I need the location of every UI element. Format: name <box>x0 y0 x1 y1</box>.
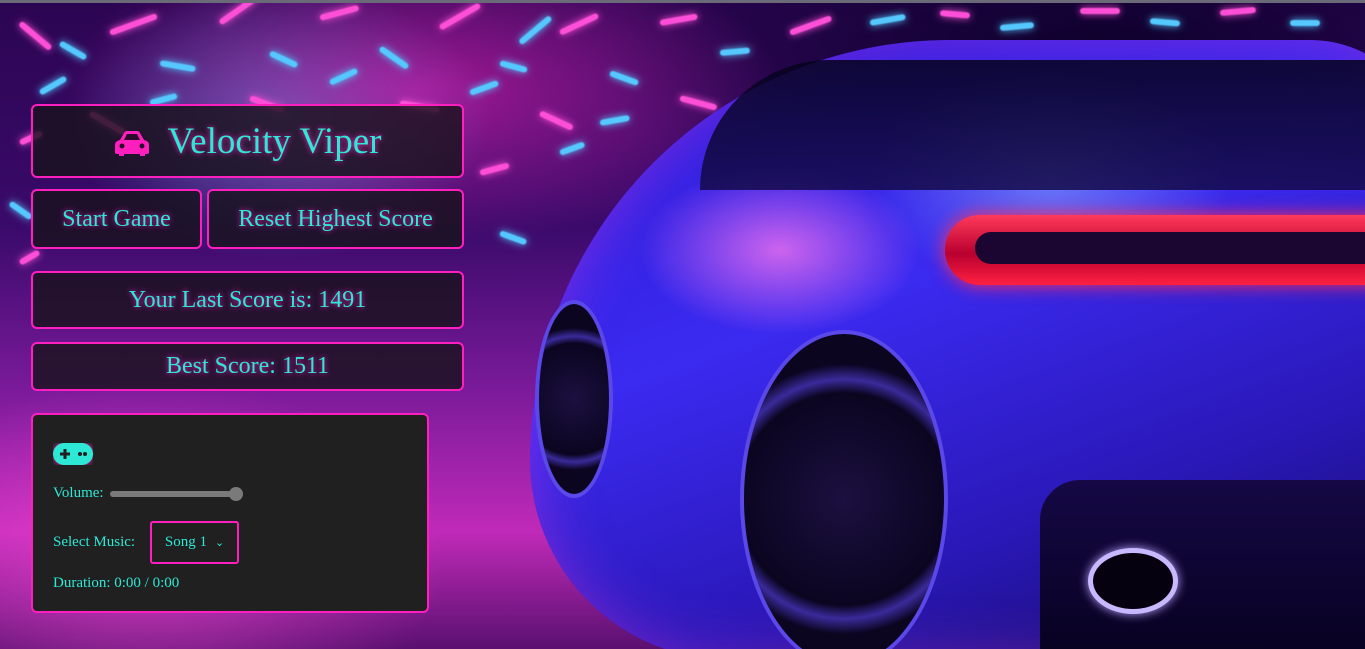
neon-streak <box>869 13 906 26</box>
neon-streak <box>999 22 1035 31</box>
neon-streak <box>679 95 718 111</box>
neon-streak <box>479 162 510 176</box>
volume-slider[interactable] <box>109 486 243 501</box>
select-music-label: Select Music: <box>53 534 136 550</box>
start-game-button[interactable]: Start Game <box>31 189 202 249</box>
neon-streak <box>319 4 360 21</box>
neon-streak <box>518 14 553 46</box>
neon-streak <box>108 13 159 36</box>
neon-streak <box>18 20 53 52</box>
car-rear-wheel <box>740 330 948 649</box>
neon-streak <box>499 60 528 74</box>
duration-label: Duration: <box>53 575 111 591</box>
neon-streak <box>18 249 41 266</box>
neon-streak <box>378 45 410 70</box>
neon-streak <box>268 50 299 69</box>
neon-streak <box>939 10 971 19</box>
game-title-panel: Velocity Viper <box>31 104 464 178</box>
best-score-panel: Best Score: 1511 <box>31 342 464 391</box>
neon-streak <box>1290 20 1320 26</box>
neon-streak <box>159 60 196 73</box>
car-icon <box>114 131 149 156</box>
last-score-value: 1491 <box>318 286 367 313</box>
reset-highest-score-label: Reset Highest Score <box>238 205 433 232</box>
car-front-wheel <box>535 300 613 498</box>
music-select-row: Select Music: Song 1 ⌄ <box>53 521 240 564</box>
chevron-down-icon: ⌄ <box>215 536 225 549</box>
neon-streak <box>599 114 631 126</box>
reset-highest-score-button[interactable]: Reset Highest Score <box>207 189 464 249</box>
neon-streak <box>38 75 68 96</box>
neon-streak <box>498 230 528 246</box>
volume-slider-thumb[interactable] <box>228 486 243 501</box>
duration-row: Duration: 0:00 / 0:00 <box>53 575 179 592</box>
best-score-value: 1511 <box>281 353 330 379</box>
window-top-edge <box>0 0 1365 3</box>
neon-streak <box>8 200 34 221</box>
car-rear-bumper <box>1040 480 1365 649</box>
start-game-label: Start Game <box>62 205 171 232</box>
neon-streak <box>1149 18 1181 27</box>
song-select[interactable]: Song 1 ⌄ <box>150 521 240 564</box>
neon-streak <box>558 141 586 156</box>
neon-streak <box>1080 8 1120 14</box>
car-exhaust-pipe <box>1088 548 1178 614</box>
neon-streak <box>659 13 698 26</box>
best-score-label: Best Score: <box>165 353 276 379</box>
neon-streak <box>438 2 482 31</box>
car-tail-light-inner <box>975 232 1365 264</box>
neon-streak <box>58 40 88 61</box>
neon-streak <box>608 70 640 87</box>
last-score-panel: Your Last Score is: 1491 <box>31 271 464 329</box>
game-title: Velocity Viper <box>167 120 382 162</box>
last-score-label: Your Last Score is: <box>128 286 313 313</box>
neon-streak <box>328 67 359 86</box>
volume-label: Volume: <box>53 485 104 501</box>
neon-streak <box>719 47 751 56</box>
music-controls-panel: Volume: Select Music: Song 1 ⌄ Duration:… <box>31 413 429 613</box>
gamepad-icon <box>53 443 93 465</box>
neon-streak <box>1219 6 1257 16</box>
selected-song: Song 1 <box>164 534 208 550</box>
neon-streak <box>218 0 258 26</box>
neon-streak <box>558 12 600 36</box>
duration-value: 0:00 / 0:00 <box>114 575 180 591</box>
neon-streak <box>538 110 574 131</box>
neon-streak <box>788 15 833 36</box>
volume-row: Volume: <box>53 485 243 502</box>
neon-streak <box>468 79 500 96</box>
car-rear-window <box>700 60 1365 190</box>
